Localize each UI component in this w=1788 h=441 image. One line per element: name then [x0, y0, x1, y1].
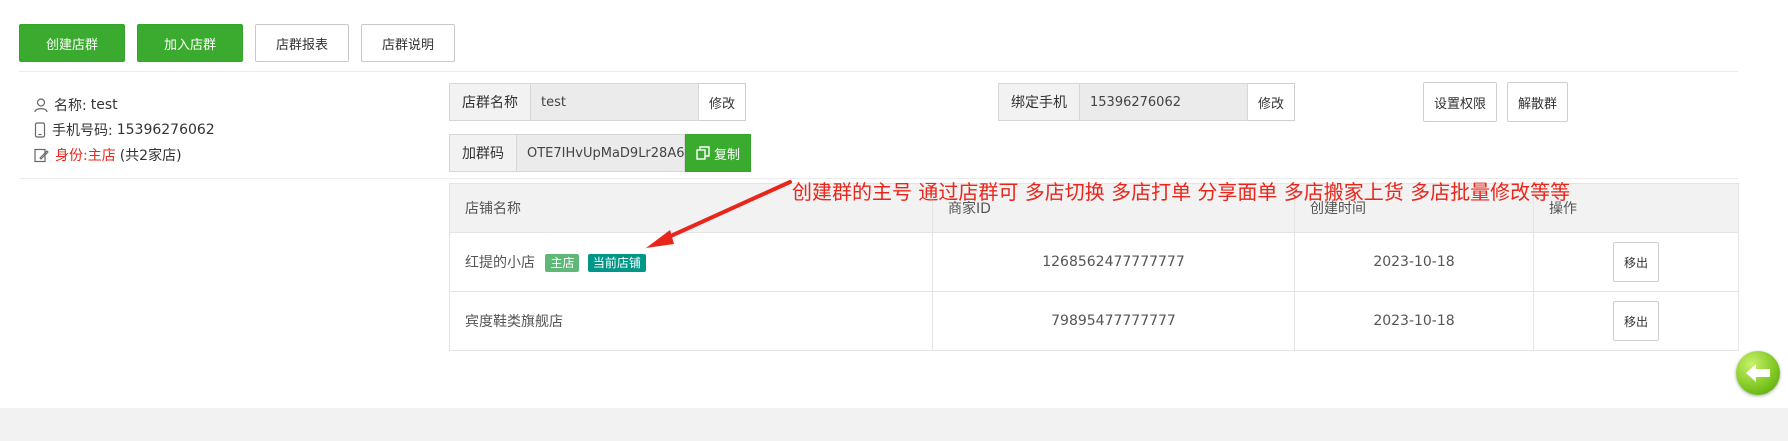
annotation-text: 创建群的主号 通过店群可 多店切换 多店打单 分享面单 多店搬家上货 多店批量修… [792, 180, 1571, 204]
group-name-input[interactable]: test [531, 83, 699, 121]
join-code-label: 加群码 [449, 134, 517, 172]
store-name: 红提的小店 [465, 255, 535, 271]
join-code-field: 加群码 OTE7IHvUpMaD9Lr28A6G 复制 [449, 134, 752, 172]
copy-button-label: 复制 [714, 147, 741, 163]
mobile-icon [34, 122, 46, 138]
toolbar: 创建店群 加入店群 店群报表 店群说明 [19, 24, 455, 62]
annotation-arrow [646, 180, 792, 248]
current-store-badge: 当前店铺 [587, 254, 646, 272]
bound-mobile-label: 绑定手机 [998, 83, 1080, 121]
table-row: 宾度鞋类旗舰店 79895477777777 2023-10-18 移出 [449, 291, 1739, 351]
actions-cell: 移出 [1533, 232, 1739, 292]
main-store-badge: 主店 [545, 254, 580, 272]
group-name-label: 店群名称 [449, 83, 531, 121]
copy-icon [696, 146, 710, 160]
create-group-button[interactable]: 创建店群 [19, 24, 125, 62]
actions-cell: 移出 [1533, 291, 1739, 351]
join-code-input[interactable]: OTE7IHvUpMaD9Lr28A6G [517, 134, 685, 172]
copy-button[interactable]: 复制 [685, 134, 752, 172]
merchant-id: 1268562477777777 [932, 232, 1295, 292]
join-group-button[interactable]: 加入店群 [137, 24, 243, 62]
bound-mobile-edit-button[interactable]: 修改 [1248, 83, 1296, 121]
account-phone-label: 手机号码: [52, 123, 113, 139]
bound-mobile-input[interactable]: 15396276062 [1080, 83, 1248, 121]
dissolve-group-button[interactable]: 解散群 [1507, 82, 1569, 122]
remove-store-button[interactable]: 移出 [1613, 242, 1659, 282]
set-permissions-button[interactable]: 设置权限 [1423, 82, 1498, 122]
edit-icon [34, 148, 49, 162]
account-identity: 身份: 主店 (共2家店) [34, 145, 182, 165]
group-name-edit-button[interactable]: 修改 [699, 83, 747, 121]
group-help-button[interactable]: 店群说明 [361, 24, 455, 62]
page-footer-band [0, 408, 1788, 441]
account-name-label: 名称: [54, 98, 87, 114]
back-button[interactable] [1736, 351, 1780, 395]
store-name-cell: 宾度鞋类旗舰店 [449, 291, 933, 351]
divider [19, 71, 1738, 72]
created-time: 2023-10-18 [1294, 291, 1534, 351]
identity-value: 主店 [87, 148, 116, 164]
bound-mobile-field: 绑定手机 15396276062 修改 [998, 83, 1296, 121]
identity-label: 身份: [55, 148, 88, 164]
account-name-value: test [90, 97, 118, 113]
group-name-field: 店群名称 test 修改 [449, 83, 747, 121]
group-report-button[interactable]: 店群报表 [255, 24, 349, 62]
account-phone: 手机号码: 15396276062 [34, 120, 215, 140]
merchant-id: 79895477777777 [932, 291, 1295, 351]
user-icon [34, 97, 48, 112]
shop-count: (共2家店) [119, 148, 182, 164]
account-name: 名称: test [34, 95, 118, 115]
account-phone-value: 15396276062 [116, 122, 215, 138]
arrow-left-icon [1746, 364, 1770, 382]
remove-store-button[interactable]: 移出 [1613, 301, 1659, 341]
created-time: 2023-10-18 [1294, 232, 1534, 292]
store-name: 宾度鞋类旗舰店 [465, 314, 563, 330]
